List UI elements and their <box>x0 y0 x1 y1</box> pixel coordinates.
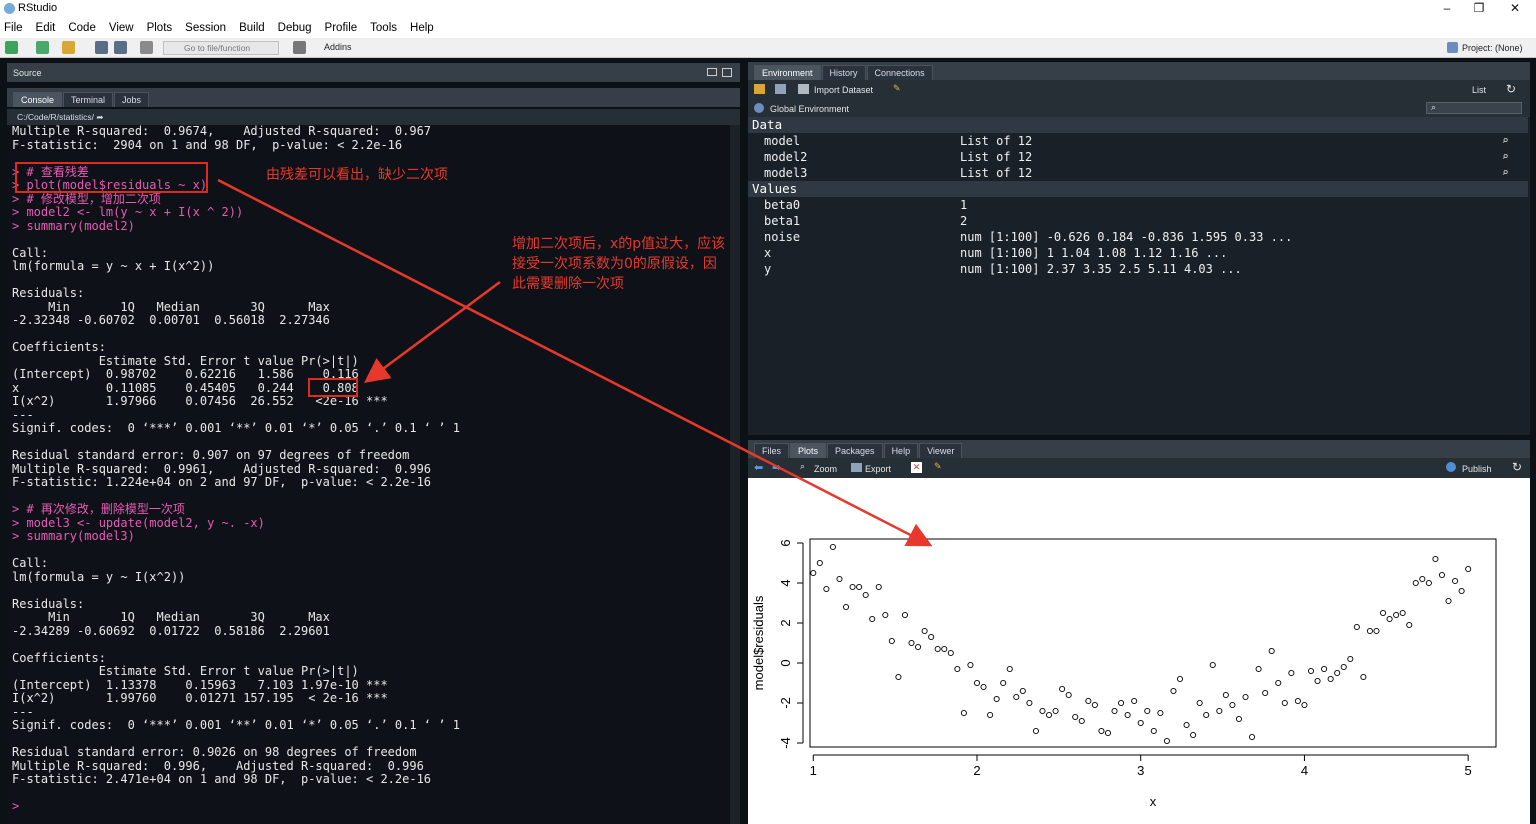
arrow-to-plot <box>217 178 933 547</box>
annotation-arrows <box>217 178 933 547</box>
arrow-to-p-value <box>363 280 501 383</box>
